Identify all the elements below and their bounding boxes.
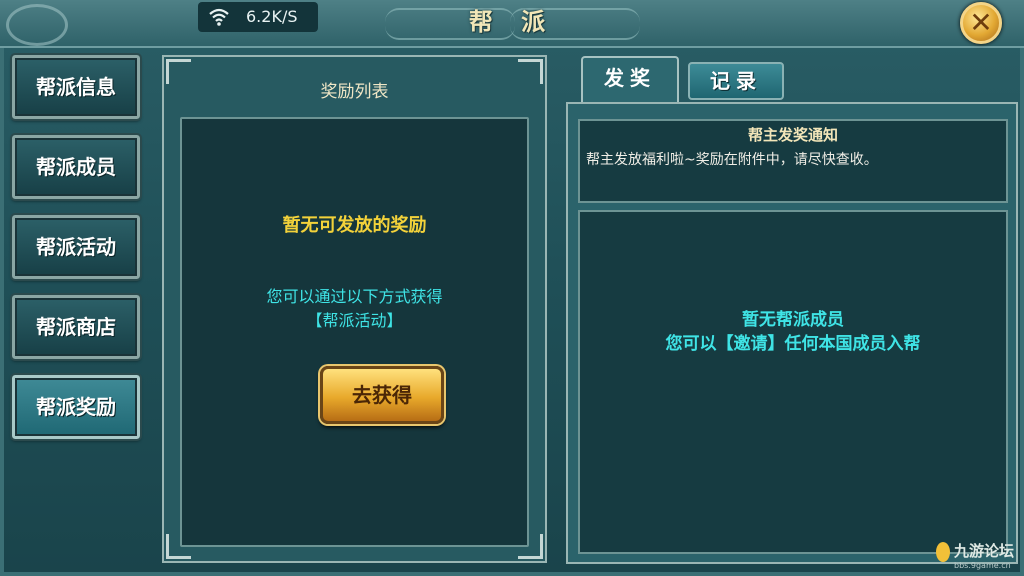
go-obtain-button[interactable]: 去获得 xyxy=(320,366,444,424)
member-list-box: 暂无帮派成员 您可以【邀请】任何本国成员入帮 xyxy=(578,210,1008,554)
reward-list-panel: 奖励列表 暂无可发放的奖励 您可以通过以下方式获得 【帮派活动】 去获得 xyxy=(162,55,547,563)
reward-hint-line2: 【帮派活动】 xyxy=(306,311,403,330)
sidebar-item-guild-activities[interactable]: 帮派活动 xyxy=(10,213,142,281)
member-empty-line2: 您可以【邀请】任何本国成员入帮 xyxy=(665,334,921,354)
reward-hint: 您可以通过以下方式获得 【帮派活动】 xyxy=(182,285,527,333)
reward-hint-line1: 您可以通过以下方式获得 xyxy=(266,287,443,306)
status-indicator: 6.2K/S xyxy=(198,2,318,32)
leader-notice-box: 帮主发奖通知 帮主发放福利啦~奖励在附件中，请尽快查收。 xyxy=(578,119,1008,203)
window-title: 帮 派 xyxy=(468,8,556,36)
wifi-icon xyxy=(209,8,229,26)
notice-title: 帮主发奖通知 xyxy=(747,126,838,144)
swirl-ornament-icon xyxy=(6,4,68,46)
forum-watermark: 九游论坛 bbs.9game.cn xyxy=(936,540,1020,574)
notice-body: 帮主发放福利啦~奖励在附件中，请尽快查收。 xyxy=(586,152,878,168)
reward-list-heading: 奖励列表 xyxy=(320,82,389,102)
forum-logo-icon xyxy=(936,542,950,562)
tab-distribute-reward[interactable]: 发奖 xyxy=(581,56,679,104)
member-empty-message: 暂无帮派成员 您可以【邀请】任何本国成员入帮 xyxy=(580,308,1006,356)
close-button[interactable]: ✕ xyxy=(960,2,1002,44)
sidebar-item-guild-rewards[interactable]: 帮派奖励 xyxy=(10,373,142,441)
member-empty-line1: 暂无帮派成员 xyxy=(742,310,844,330)
reward-list-box: 暂无可发放的奖励 您可以通过以下方式获得 【帮派活动】 去获得 xyxy=(180,117,529,547)
sidebar-item-guild-shop[interactable]: 帮派商店 xyxy=(10,293,142,361)
title-bar: 6.2K/S 帮 派 ✕ xyxy=(0,0,1024,48)
distribute-panel: 帮主发奖通知 帮主发放福利啦~奖励在附件中，请尽快查收。 暂无帮派成员 您可以【… xyxy=(566,102,1018,564)
watermark-name: 九游论坛 xyxy=(954,542,1015,560)
sidebar-item-guild-members[interactable]: 帮派成员 xyxy=(10,133,142,201)
sidebar-item-guild-info[interactable]: 帮派信息 xyxy=(10,53,142,121)
tab-records[interactable]: 记录 xyxy=(688,62,784,100)
empty-reward-title: 暂无可发放的奖励 xyxy=(282,215,427,236)
network-speed: 6.2K/S xyxy=(246,7,298,26)
close-x-icon: ✕ xyxy=(969,6,993,39)
watermark-url: bbs.9game.cn xyxy=(954,561,1011,570)
